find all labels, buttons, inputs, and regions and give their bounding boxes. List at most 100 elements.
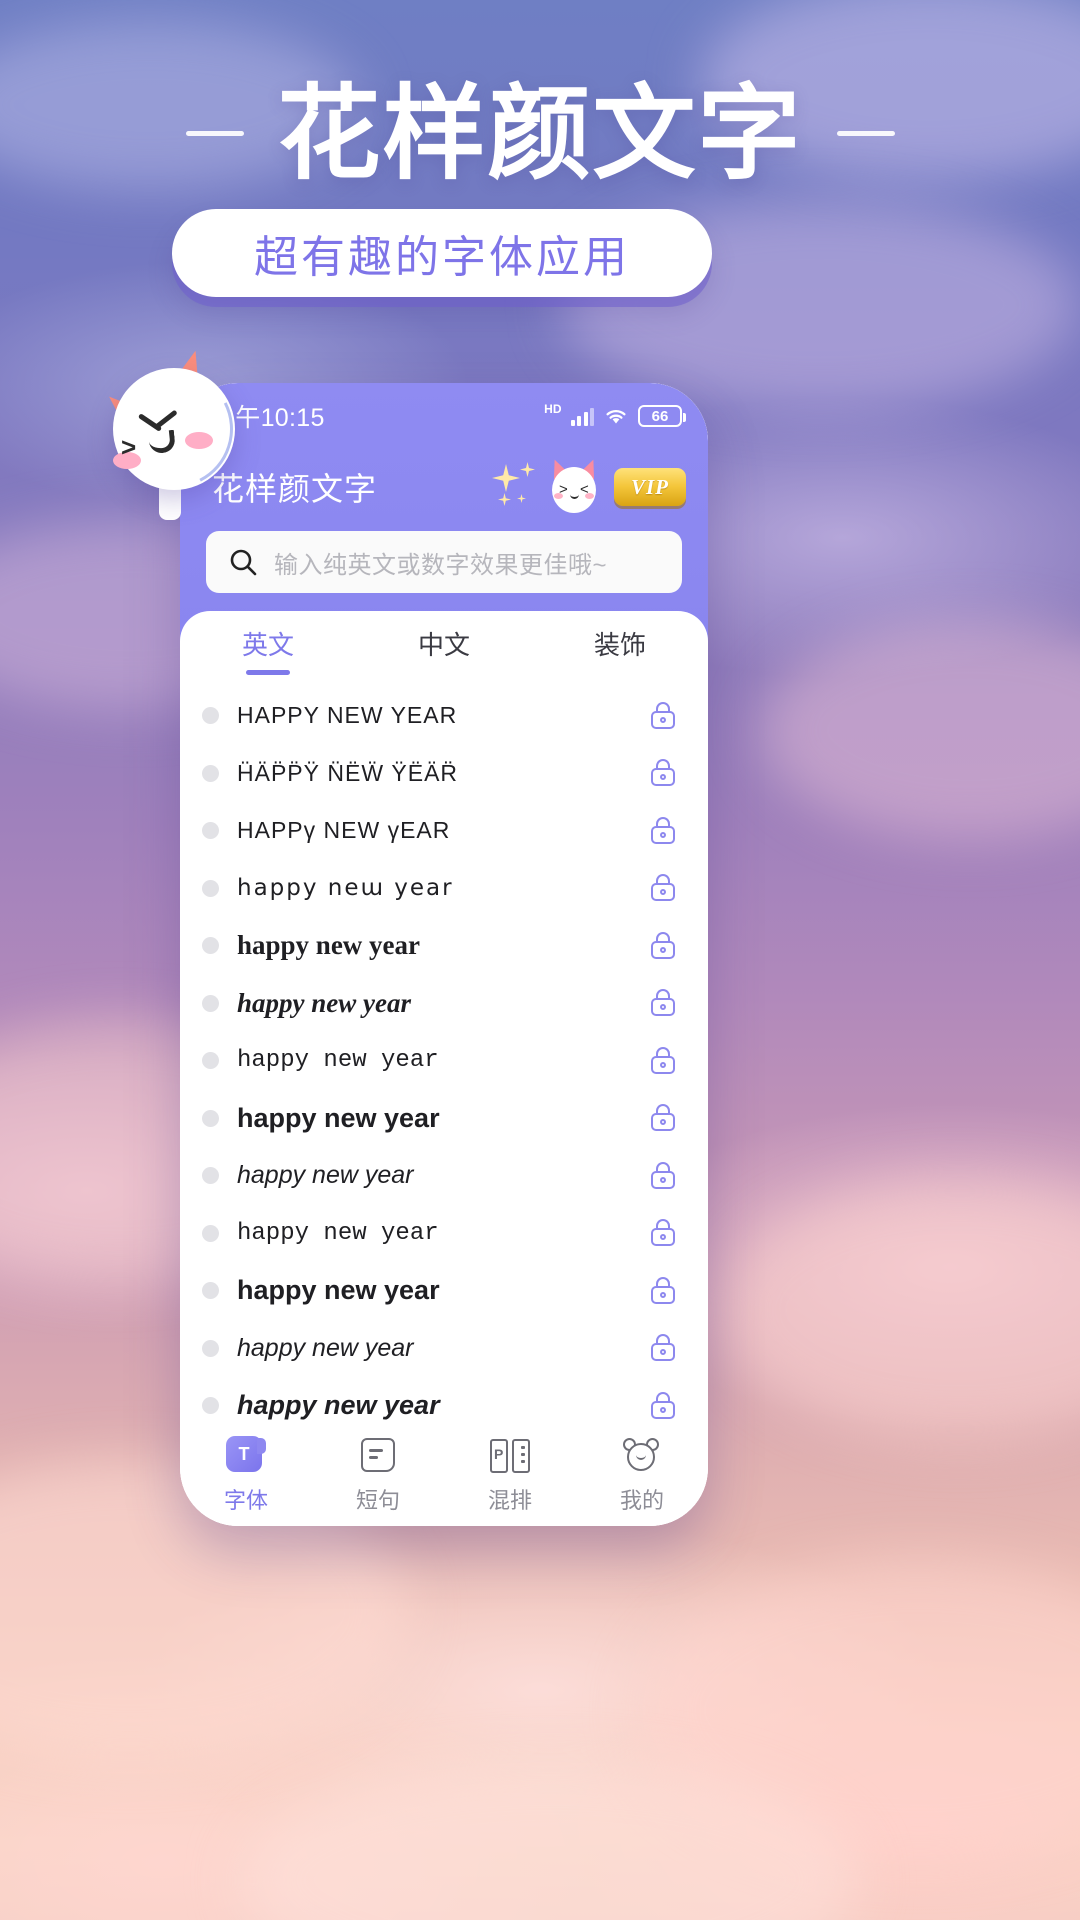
lock-icon[interactable] [650, 1161, 676, 1190]
tab-label: 装饰 [593, 630, 646, 660]
bottom-navigation: T 字体 短句 P 混排 我的 [180, 1426, 708, 1526]
font-sample-text: ḦÄP̈P̈Ÿ N̈ËẄ ŸËÄR̈ [237, 759, 459, 786]
list-item[interactable]: happy new year [180, 975, 708, 1033]
unicorn-mascot-icon: > [99, 346, 249, 520]
search-icon [230, 549, 257, 576]
select-radio[interactable] [202, 1282, 219, 1300]
status-bar: 上午10:15 HD 66 [180, 383, 708, 449]
font-sample-text: happy neɯ year [237, 875, 454, 902]
wifi-icon [606, 410, 626, 424]
nav-label: 短句 [355, 1488, 400, 1513]
lock-icon[interactable] [650, 759, 676, 787]
list-item[interactable]: happy new year [180, 1205, 708, 1263]
app-title-row: 花样颜文字 > < VIP [180, 449, 708, 525]
select-radio[interactable] [202, 1167, 219, 1185]
font-sample-text: happy new year [237, 1390, 440, 1421]
font-sample-text: happy new year [237, 1102, 440, 1133]
list-item[interactable]: happy new year [180, 1262, 708, 1320]
select-radio[interactable] [202, 879, 219, 897]
lock-icon[interactable] [650, 1391, 676, 1420]
list-item[interactable]: happy new year [180, 1147, 708, 1205]
list-item[interactable]: happy new year [180, 1320, 708, 1378]
select-radio[interactable] [202, 994, 219, 1012]
lock-icon[interactable] [650, 816, 676, 845]
hd-icon: HD [544, 402, 562, 416]
font-sample-text: happy new year [237, 930, 421, 961]
vip-badge[interactable]: VIP [614, 468, 686, 506]
category-tabs: 英文 中文 装饰 [180, 611, 708, 683]
nav-item-phrases[interactable]: 短句 [312, 1436, 444, 1515]
font-sample-text: happy new year [237, 1275, 440, 1306]
lock-icon[interactable] [650, 1219, 676, 1247]
list-item[interactable]: happy neɯ year [180, 860, 708, 918]
list-item[interactable]: happy new year [180, 1090, 708, 1148]
page-title: 花样颜文字 [277, 76, 803, 191]
lock-icon[interactable] [650, 1276, 676, 1305]
battery-icon: 66 [638, 405, 686, 427]
font-sample-text: HAPPY NEW YEAR [237, 702, 458, 729]
search-input[interactable]: 输入纯英文或数字效果更佳哦~ [206, 531, 682, 593]
sparkle-icon [490, 462, 546, 512]
nav-label: 混排 [487, 1488, 532, 1513]
tab-active-underline [422, 670, 466, 675]
select-radio[interactable] [202, 1052, 219, 1070]
lock-icon[interactable] [650, 1104, 676, 1132]
select-radio[interactable] [202, 1224, 219, 1242]
list-item[interactable]: HAPPY NEW YEAR [180, 687, 708, 745]
nav-item-fonts[interactable]: T 字体 [180, 1436, 312, 1515]
signal-icon [570, 407, 594, 426]
status-icons: HD 66 [544, 402, 686, 427]
list-item[interactable]: happy new year [180, 917, 708, 975]
lock-icon[interactable] [650, 874, 676, 902]
nav-label: 我的 [619, 1488, 664, 1513]
mix-layout-icon: P [490, 1436, 530, 1476]
font-sample-text: happy new year [237, 987, 411, 1018]
cloud [720, 1180, 1080, 1440]
list-item[interactable]: ḦÄP̈P̈Ÿ N̈ËẄ ŸËÄR̈ [180, 745, 708, 803]
select-radio[interactable] [202, 1397, 219, 1415]
headline-rule-left [185, 131, 244, 137]
font-sample-text: happy new year [237, 1161, 414, 1190]
list-item[interactable]: HAPPγ NEW γEAR [180, 802, 708, 860]
font-sample-text: HAPPγ NEW γEAR [237, 817, 451, 844]
tab-english[interactable]: 英文 [180, 625, 356, 675]
select-radio[interactable] [202, 937, 219, 955]
select-radio[interactable] [202, 764, 219, 782]
mascot-avatar-icon[interactable]: > < [547, 456, 601, 515]
lock-icon[interactable] [650, 701, 676, 730]
nav-label: 字体 [223, 1488, 268, 1513]
lock-icon[interactable] [650, 1046, 676, 1075]
font-sample-text: happy new year [237, 1219, 439, 1247]
font-sample-text: happy new year [237, 1333, 414, 1362]
headline-rule-right [836, 131, 895, 137]
document-icon [358, 1436, 398, 1476]
lock-icon[interactable] [650, 989, 676, 1017]
app-name: 花样颜文字 [212, 471, 378, 507]
nav-item-mix[interactable]: P 混排 [444, 1436, 576, 1515]
cloud [640, 1560, 1080, 1860]
tab-active-underline [598, 670, 642, 675]
select-radio[interactable] [202, 1339, 219, 1357]
list-item[interactable]: happy new year [180, 1032, 708, 1090]
tab-label: 中文 [417, 630, 470, 660]
phone-mockup: 上午10:15 HD 66 花样颜文字 > < VIP 输入纯英文或数字效果更佳… [180, 383, 708, 1526]
phone-screen: 上午10:15 HD 66 花样颜文字 > < VIP 输入纯英文或数字效果更佳… [180, 383, 708, 1526]
app-header: 上午10:15 HD 66 花样颜文字 > < VIP 输入纯英文或数字效果更佳… [180, 383, 708, 645]
battery-level: 66 [651, 407, 669, 425]
poster-subtitle-pill: 超有趣的字体应用 [172, 209, 712, 297]
lock-icon[interactable] [650, 1334, 676, 1362]
cloud [240, 1760, 860, 1920]
tab-label: 英文 [241, 630, 294, 660]
tab-active-underline [246, 670, 290, 675]
select-radio[interactable] [202, 707, 219, 725]
font-icon: T [226, 1436, 266, 1476]
font-style-list[interactable]: HAPPY NEW YEAR ḦÄP̈P̈Ÿ N̈ËẄ ŸËÄR̈ HAPPγ … [180, 687, 708, 1447]
select-radio[interactable] [202, 1109, 219, 1127]
tab-chinese[interactable]: 中文 [356, 625, 532, 675]
cloud [760, 620, 1080, 840]
nav-item-profile[interactable]: 我的 [576, 1436, 708, 1515]
select-radio[interactable] [202, 822, 219, 840]
poster-headline-row: 花样颜文字 [0, 68, 1080, 200]
tab-decoration[interactable]: 装饰 [532, 625, 708, 675]
lock-icon[interactable] [650, 931, 676, 960]
